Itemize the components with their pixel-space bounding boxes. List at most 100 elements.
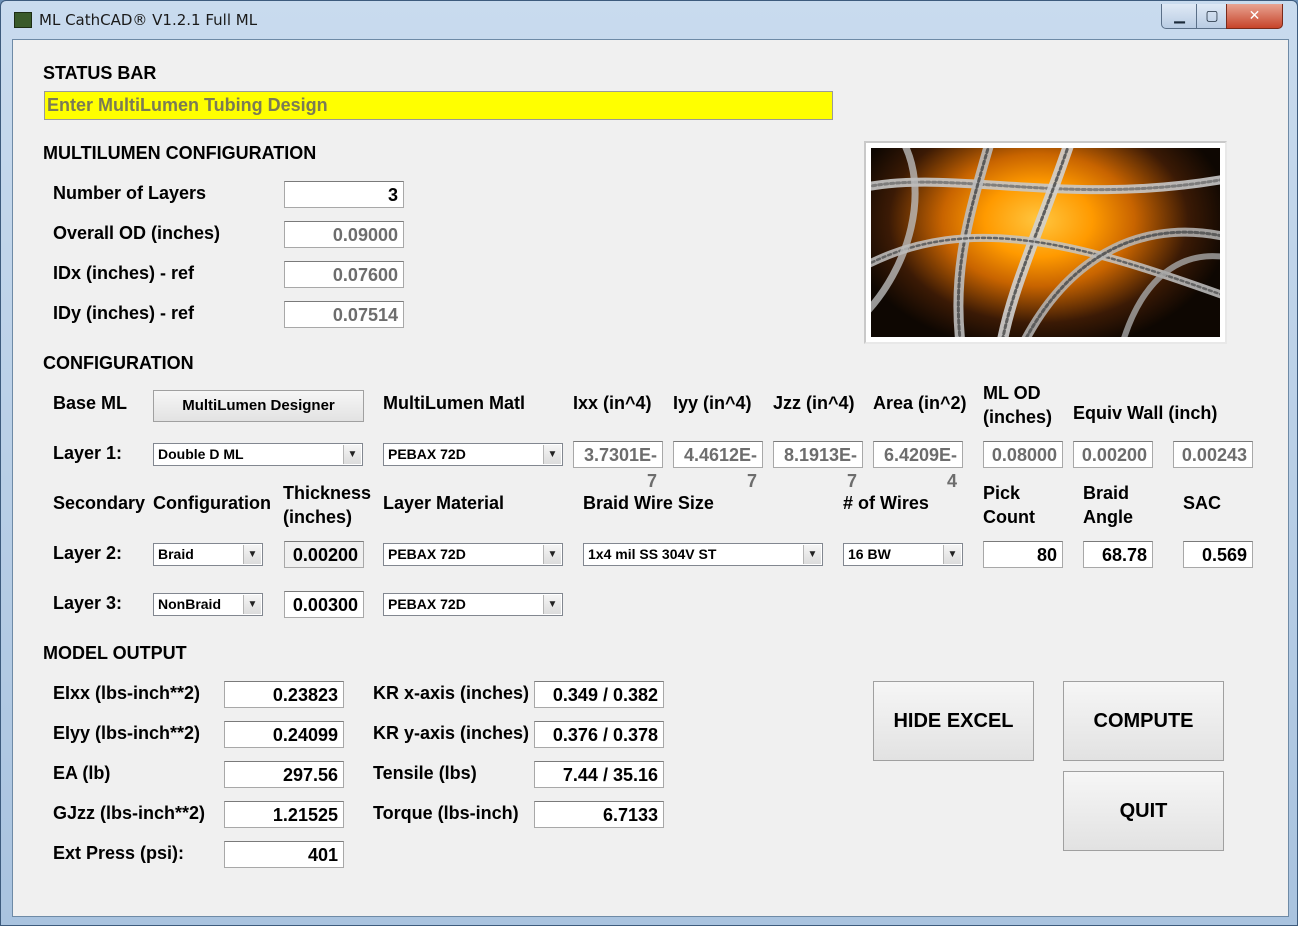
idx-value: 0.07600 (284, 261, 404, 288)
tensile-label: Tensile (lbs) (373, 763, 477, 783)
layer1-ixx: 3.7301E-7 (573, 441, 663, 491)
quit-button[interactable]: QUIT (1063, 771, 1224, 851)
chevron-down-icon[interactable]: ▼ (543, 545, 561, 564)
pick-count-header: Pick Count (983, 483, 1035, 527)
thickness-header: Thickness (inches) (283, 483, 372, 527)
idx-label: IDx (inches) - ref (53, 263, 195, 283)
model-output-heading: MODEL OUTPUT (43, 643, 187, 663)
minimize-icon[interactable]: ▁ (1161, 4, 1198, 29)
ea-value: 297.56 (224, 761, 344, 788)
layer2-material-value: PEBAX 72D (388, 546, 466, 562)
ml-od-header: ML OD (inches) (983, 383, 1053, 427)
equiv-wall-header: Equiv Wall (inch) (1073, 403, 1218, 423)
od-label: Overall OD (inches) (53, 223, 221, 243)
layer1-material-value: PEBAX 72D (388, 446, 466, 462)
layer2-config-value: Braid (158, 546, 194, 562)
layer1-label: Layer 1: (53, 443, 123, 463)
chevron-down-icon[interactable]: ▼ (243, 545, 261, 564)
num-wires-value: 16 BW (848, 546, 891, 562)
status-heading: STATUS BAR (43, 63, 157, 83)
kr-y-label: KR y-axis (inches) (373, 723, 530, 743)
area-header: Area (in^2) (873, 393, 967, 413)
tubing-photo (871, 148, 1220, 337)
layer1-iyy: 4.4612E-7 (673, 441, 763, 491)
idy-label: IDy (inches) - ref (53, 303, 195, 323)
braid-wire-value: 1x4 mil SS 304V ST (588, 546, 717, 562)
layer3-config-value: NonBraid (158, 596, 221, 612)
layer1-material-select[interactable]: PEBAX 72D ▼ (383, 443, 563, 466)
layer3-material-select[interactable]: PEBAX 72D ▼ (383, 593, 563, 616)
gjzz-label: GJzz (lbs-inch**2) (53, 803, 206, 823)
ext-press-label: Ext Press (psi): (53, 843, 185, 863)
layer3-material-value: PEBAX 72D (388, 596, 466, 612)
close-icon[interactable]: ✕ (1226, 4, 1283, 29)
chevron-down-icon[interactable]: ▼ (803, 545, 821, 564)
form-area: STATUS BAR Enter MultiLumen Tubing Desig… (12, 39, 1289, 917)
status-message: Enter MultiLumen Tubing Design (44, 91, 833, 120)
eiyy-label: EIyy (lbs-inch**2) (53, 723, 201, 743)
maximize-icon[interactable]: ▢ (1196, 4, 1228, 29)
window-title: ML CathCAD® V1.2.1 Full ML (39, 11, 258, 29)
braided-tubing-image (864, 141, 1227, 344)
layer-material-header: Layer Material (383, 493, 505, 513)
sac-value: 0.569 (1183, 541, 1253, 568)
ea-label: EA (lb) (53, 763, 111, 783)
gjzz-value: 1.21525 (224, 801, 344, 828)
eiyy-value: 0.24099 (224, 721, 344, 748)
chevron-down-icon[interactable]: ▼ (343, 445, 361, 464)
layer1-type-value: Double D ML (158, 446, 244, 462)
ml-config-heading: MULTILUMEN CONFIGURATION (43, 143, 317, 163)
jzz-header: Jzz (in^4) (773, 393, 855, 413)
torque-label: Torque (lbs-inch) (373, 803, 519, 823)
layer1-ml-od: 0.08000 (983, 441, 1063, 468)
chevron-down-icon[interactable]: ▼ (543, 595, 561, 614)
layer1-jzz: 8.1913E-7 (773, 441, 863, 491)
app-window: ML CathCAD® V1.2.1 Full ML ▁ ▢ ✕ STATUS … (0, 0, 1298, 926)
ixx-header: Ixx (in^4) (573, 393, 652, 413)
sac-header: SAC (1183, 493, 1222, 513)
braid-angle-value: 68.78 (1083, 541, 1153, 568)
layer2-label: Layer 2: (53, 543, 123, 563)
configuration-header: Configuration (153, 493, 271, 513)
layer3-thickness-input[interactable]: 0.00300 (284, 591, 364, 618)
braid-wire-size-header: Braid Wire Size (583, 493, 714, 513)
base-ml-label: Base ML (53, 393, 128, 413)
kr-x-value: 0.349 / 0.382 (534, 681, 664, 708)
num-wires-header: # of Wires (843, 493, 929, 513)
braid-angle-header: Braid Angle (1083, 483, 1134, 527)
eixx-value: 0.23823 (224, 681, 344, 708)
app-icon (14, 12, 32, 28)
layer2-config-select[interactable]: Braid ▼ (153, 543, 263, 566)
title-bar: ML CathCAD® V1.2.1 Full ML ▁ ▢ ✕ (1, 1, 1297, 37)
layer1-equiv-wall: 0.00200 (1073, 441, 1153, 468)
chevron-down-icon[interactable]: ▼ (543, 445, 561, 464)
layers-label: Number of Layers (53, 183, 207, 203)
layer2-thickness: 0.00200 (284, 541, 364, 568)
configuration-heading: CONFIGURATION (43, 353, 194, 373)
iyy-header: Iyy (in^4) (673, 393, 752, 413)
ml-matl-header: MultiLumen Matl (383, 393, 525, 413)
layer2-material-select[interactable]: PEBAX 72D ▼ (383, 543, 563, 566)
ext-press-value: 401 (224, 841, 344, 868)
hide-excel-button[interactable]: HIDE EXCEL (873, 681, 1034, 761)
multilumen-designer-button[interactable]: MultiLumen Designer (153, 390, 364, 422)
kr-x-label: KR x-axis (inches) (373, 683, 530, 703)
layer1-extra-value: 0.00243 (1173, 441, 1253, 468)
chevron-down-icon[interactable]: ▼ (243, 595, 261, 614)
layers-input[interactable]: 3 (284, 181, 404, 208)
num-wires-select[interactable]: 16 BW ▼ (843, 543, 963, 566)
layer1-area: 6.4209E-4 (873, 441, 963, 491)
torque-value: 6.7133 (534, 801, 664, 828)
chevron-down-icon[interactable]: ▼ (943, 545, 961, 564)
tensile-value: 7.44 / 35.16 (534, 761, 664, 788)
compute-button[interactable]: COMPUTE (1063, 681, 1224, 761)
braid-wire-select[interactable]: 1x4 mil SS 304V ST ▼ (583, 543, 823, 566)
layer3-config-select[interactable]: NonBraid ▼ (153, 593, 263, 616)
eixx-label: EIxx (lbs-inch**2) (53, 683, 201, 703)
pick-count-input[interactable]: 80 (983, 541, 1063, 568)
layer1-type-select[interactable]: Double D ML ▼ (153, 443, 363, 466)
secondary-header: Secondary (53, 493, 146, 513)
kr-y-value: 0.376 / 0.378 (534, 721, 664, 748)
layer3-label: Layer 3: (53, 593, 123, 613)
idy-value: 0.07514 (284, 301, 404, 328)
